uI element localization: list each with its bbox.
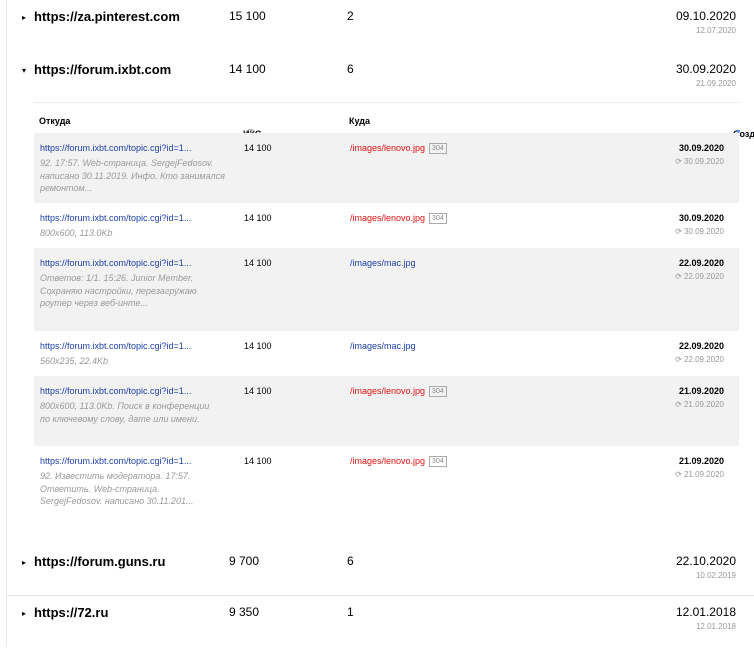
row-iks: 14 100: [244, 386, 272, 396]
row-iks: 14 100: [244, 341, 272, 351]
domain-iks: 15 100: [229, 9, 266, 23]
source-link[interactable]: https://forum.ixbt.com/topic.cgi?id=1...: [40, 213, 220, 223]
domain-iks: 9 700: [229, 554, 260, 568]
checked-date: ⟳ 30.09.2020: [675, 157, 724, 166]
domain-iks: 9 350: [229, 605, 260, 619]
created-date: 21.09.2020: [678, 386, 724, 396]
last-date: 12.01.2018: [675, 605, 736, 619]
first-date: 12.07.2020: [695, 26, 736, 35]
last-date: 09.10.2020: [675, 9, 736, 23]
status-code-badge: 304: [429, 386, 447, 398]
domain-row[interactable]: ▸ https://forum.guns.ru 9 700 6 22.10.20…: [7, 545, 754, 597]
domain-iks: 14 100: [229, 62, 266, 76]
link-count: 6: [347, 554, 354, 568]
target-link[interactable]: /images/lenovo.jpg 304: [350, 456, 447, 468]
refresh-icon: ⟳: [675, 227, 682, 236]
checked-date: ⟳ 21.09.2020: [675, 470, 724, 479]
source-snippet: 800x600, 113.0Kb. Поиск в конференции по…: [40, 401, 210, 424]
checked-date: ⟳ 22.09.2020: [675, 272, 724, 281]
checked-date: ⟳ 30.09.2020: [675, 227, 724, 236]
created-date: 30.09.2020: [678, 143, 724, 153]
table-row: https://forum.ixbt.com/topic.cgi?id=1...…: [34, 446, 739, 530]
checked-date: ⟳ 21.09.2020: [675, 400, 724, 409]
collapse-arrow-icon[interactable]: ▾: [22, 66, 26, 76]
source-link[interactable]: https://forum.ixbt.com/topic.cgi?id=1...: [40, 143, 220, 153]
source-snippet: 800x600, 113.0Kb: [40, 228, 113, 238]
col-to: Куда: [349, 116, 370, 126]
domain-row[interactable]: ▸ https://72.ru 9 350 1 12.01.2018 12.01…: [7, 595, 754, 648]
row-iks: 14 100: [244, 143, 272, 153]
source-snippet: 92. Известить модератора. 17:57. Ответит…: [40, 471, 194, 506]
row-iks: 14 100: [244, 258, 272, 268]
created-date: 21.09.2020: [678, 456, 724, 466]
row-iks: 14 100: [244, 456, 272, 466]
status-code-badge: 304: [429, 143, 447, 155]
expand-arrow-icon[interactable]: ▸: [22, 13, 26, 23]
link-count: 2: [347, 9, 354, 23]
domain-name[interactable]: https://forum.guns.ru: [34, 554, 165, 569]
target-link[interactable]: /images/lenovo.jpg 304: [350, 143, 447, 155]
refresh-icon: ⟳: [675, 355, 682, 364]
status-code-badge: 304: [429, 456, 447, 468]
created-date: 22.09.2020: [678, 258, 724, 268]
col-from: Откуда: [39, 116, 71, 126]
domain-row[interactable]: ▸ https://za.pinterest.com 15 100 2 09.1…: [7, 0, 754, 52]
domain-row[interactable]: ▾ https://forum.ixbt.com 14 100 6 30.09.…: [7, 53, 754, 105]
table-row: https://forum.ixbt.com/topic.cgi?id=1...…: [34, 331, 739, 376]
source-snippet: 92. 17:57. Web-страница. SergejFedosov. …: [40, 158, 225, 193]
source-link[interactable]: https://forum.ixbt.com/topic.cgi?id=1...: [40, 456, 220, 466]
first-date: 21.09.2020: [695, 79, 736, 88]
source-link[interactable]: https://forum.ixbt.com/topic.cgi?id=1...: [40, 258, 220, 268]
first-date: 10.02.2019: [695, 571, 736, 580]
expand-arrow-icon[interactable]: ▸: [22, 609, 26, 619]
source-snippet: Ответов: 1/1. 15:26. Junior Member. Сохр…: [40, 273, 197, 308]
table-row: https://forum.ixbt.com/topic.cgi?id=1...…: [34, 133, 739, 203]
domain-name[interactable]: https://forum.ixbt.com: [34, 62, 171, 77]
domain-name[interactable]: https://72.ru: [34, 605, 108, 620]
backlinks-table: Откуда ИКСi Куда Создание▼ https://forum…: [34, 102, 754, 540]
row-iks: 14 100: [244, 213, 272, 223]
target-link[interactable]: /images/lenovo.jpg 304: [350, 386, 447, 398]
table-row: https://forum.ixbt.com/topic.cgi?id=1...…: [34, 376, 739, 446]
first-date: 12.01.2018: [695, 622, 736, 631]
table-header: Откуда ИКСi Куда Создание▼: [34, 102, 754, 140]
source-snippet: 560x235, 22.4Kb: [40, 356, 109, 366]
domain-name[interactable]: https://za.pinterest.com: [34, 9, 180, 24]
refresh-icon: ⟳: [675, 470, 682, 479]
expand-arrow-icon[interactable]: ▸: [22, 558, 26, 568]
created-date: 22.09.2020: [678, 341, 724, 351]
table-row: https://forum.ixbt.com/topic.cgi?id=1...…: [34, 248, 739, 331]
refresh-icon: ⟳: [675, 400, 682, 409]
target-link[interactable]: /images/mac.jpg: [350, 258, 416, 268]
created-date: 30.09.2020: [678, 213, 724, 223]
checked-date: ⟳ 22.09.2020: [675, 355, 724, 364]
target-link[interactable]: /images/lenovo.jpg 304: [350, 213, 447, 225]
table-row: https://forum.ixbt.com/topic.cgi?id=1...…: [34, 203, 739, 248]
link-count: 1: [347, 605, 354, 619]
source-link[interactable]: https://forum.ixbt.com/topic.cgi?id=1...: [40, 386, 220, 396]
last-date: 30.09.2020: [675, 62, 736, 76]
refresh-icon: ⟳: [675, 272, 682, 281]
status-code-badge: 304: [429, 213, 447, 225]
last-date: 22.10.2020: [675, 554, 736, 568]
link-count: 6: [347, 62, 354, 76]
refresh-icon: ⟳: [675, 157, 682, 166]
target-link[interactable]: /images/mac.jpg: [350, 341, 416, 351]
source-link[interactable]: https://forum.ixbt.com/topic.cgi?id=1...: [40, 341, 220, 351]
